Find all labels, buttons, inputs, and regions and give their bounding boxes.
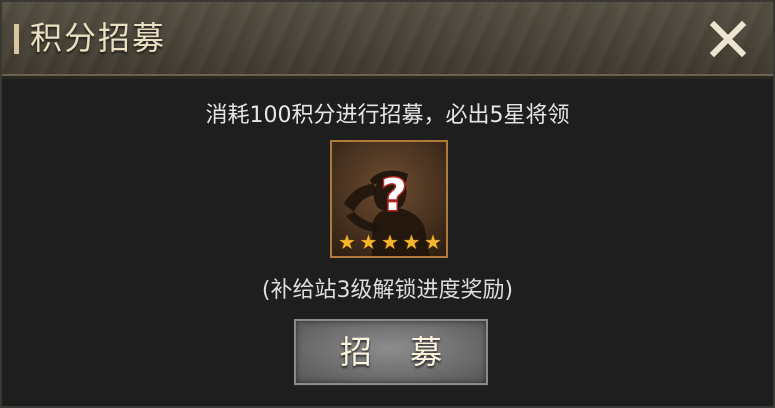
dialog-header: 积分招募 (2, 2, 773, 79)
star-icon: ★ (402, 230, 421, 254)
star-icon: ★ (424, 230, 442, 254)
recruit-description: 消耗100积分进行招募，必出5星将领 (205, 103, 570, 128)
reward-general-portrait[interactable]: ? ★ ★ ★ ★ ★ (330, 140, 448, 258)
star-icon: ★ (381, 230, 399, 254)
unlock-note: (补给站3级解锁进度奖励) (261, 278, 514, 303)
close-icon (709, 20, 747, 58)
dialog-title: 积分招募 (30, 19, 167, 57)
star-icon: ★ (338, 230, 356, 254)
recruit-dialog: 积分招募 消耗100积分进行招募，必出5星将领 ? ★ ★ ★ ★ ★ (补给站… (0, 0, 775, 408)
recruit-button-label: 招 募 (339, 333, 457, 371)
close-button[interactable] (705, 16, 751, 62)
unknown-mark: ? (381, 170, 407, 221)
star-icon: ★ (359, 230, 378, 254)
recruit-button[interactable]: 招 募 (294, 319, 488, 385)
star-rating: ★ ★ ★ ★ ★ (338, 232, 444, 254)
title-accent-bar (14, 24, 19, 54)
